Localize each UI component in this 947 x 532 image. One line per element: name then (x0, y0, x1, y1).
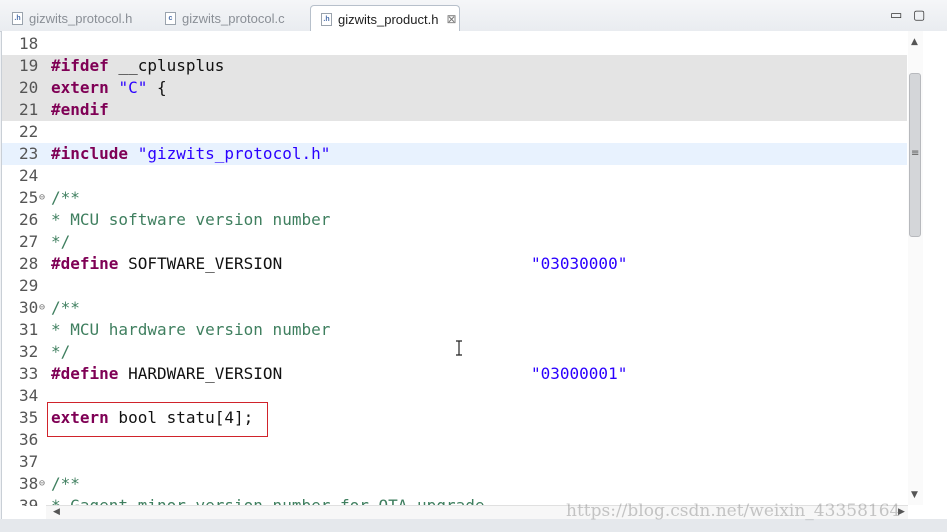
comment: /** (51, 188, 80, 207)
comment: * MCU hardware version number (51, 320, 331, 339)
line-number: 37 (19, 452, 39, 471)
line-number: 18 (19, 34, 39, 53)
code-line: 27 */ (2, 231, 907, 253)
line-number: 20 (19, 78, 39, 97)
fold-collapse-icon[interactable]: ⊖ (39, 187, 45, 209)
code-line: 26 * MCU software version number (2, 209, 907, 231)
keyword: extern (51, 78, 109, 97)
code-line: 24 (2, 165, 907, 187)
code-text: { (147, 78, 167, 97)
comment: */ (51, 342, 71, 361)
overview-ruler-icon: ≡ (911, 148, 920, 159)
code-line: 19 #ifdef __cplusplus (2, 55, 907, 77)
code-line: 29 (2, 275, 907, 297)
string-literal: "gizwits_protocol.h" (137, 144, 331, 163)
string-literal: "C" (118, 78, 148, 97)
text-cursor-icon (456, 340, 462, 356)
comment: /** (51, 474, 80, 493)
string-literal: "03000001" (531, 364, 628, 383)
line-number: 31 (19, 320, 39, 339)
line-number: 39 (19, 496, 39, 506)
line-number: 21 (19, 100, 39, 119)
tab-label: gizwits_protocol.h (29, 11, 133, 26)
tab-gizwits-protocol-c[interactable]: c gizwits_protocol.c (155, 6, 285, 31)
minimize-icon[interactable]: ▭ (890, 8, 902, 23)
line-number: 22 (19, 122, 39, 141)
line-number: 26 (19, 210, 39, 229)
tab-label: gizwits_protocol.c (182, 11, 285, 26)
code-line: 33 #define HARDWARE_VERSION "03000001" (2, 363, 907, 385)
editor-tab-bar: .h gizwits_protocol.h c gizwits_protocol… (0, 0, 947, 32)
tab-gizwits-product-h[interactable]: .h gizwits_product.h ⊠ (310, 5, 460, 32)
code-line: 31 * MCU hardware version number (2, 319, 907, 341)
code-line: 35 extern bool statu[4]; (2, 407, 907, 429)
line-number: 23 (19, 144, 39, 163)
line-number: 19 (19, 56, 39, 75)
scroll-left-icon[interactable]: ◀ (53, 507, 60, 517)
line-number: 36 (19, 430, 39, 449)
h-file-icon: .h (12, 12, 23, 25)
code-line: 37 (2, 451, 907, 473)
code-line: 25 ⊖/** (2, 187, 907, 209)
keyword: #endif (51, 100, 109, 119)
fold-collapse-icon[interactable]: ⊖ (39, 473, 45, 495)
comment: * MCU software version number (51, 210, 331, 229)
keyword: #ifdef (51, 56, 109, 75)
h-file-icon: .h (321, 12, 332, 26)
keyword: #define (51, 254, 119, 273)
line-number: 27 (19, 232, 39, 251)
line-number: 24 (19, 166, 39, 185)
comment: */ (51, 232, 71, 251)
code-text: bool statu[4]; (108, 408, 254, 427)
line-number: 35 (19, 408, 39, 427)
code-line: 30 ⊖/** (2, 297, 907, 319)
code-line: 20 extern "C" { (2, 77, 907, 99)
scroll-down-icon[interactable]: ▼ (911, 490, 918, 500)
code-line: 18 (2, 33, 907, 55)
line-number: 34 (19, 386, 39, 405)
fold-collapse-icon[interactable]: ⊖ (39, 297, 45, 319)
code-line: 34 (2, 385, 907, 407)
tab-label: gizwits_product.h (338, 11, 439, 27)
identifier: HARDWARE_VERSION (118, 364, 283, 383)
identifier: __cplusplus (108, 56, 225, 75)
maximize-icon[interactable]: ▢ (913, 8, 925, 23)
code-line: 21 #endif (2, 99, 907, 121)
keyword: #define (51, 364, 119, 383)
c-file-icon: c (165, 12, 176, 25)
line-number: 32 (19, 342, 39, 361)
code-line: 28 #define SOFTWARE_VERSION "03030000" (2, 253, 907, 275)
keyword: extern (51, 408, 109, 427)
scroll-up-icon[interactable]: ▲ (911, 37, 918, 47)
line-number: 29 (19, 276, 39, 295)
code-line: 36 (2, 429, 907, 451)
line-number: 28 (19, 254, 39, 273)
code-line: 38 ⊖/** (2, 473, 907, 495)
code-editor[interactable]: 18 19 #ifdef __cplusplus 20 extern "C" { 2… (1, 31, 947, 519)
line-number: 33 (19, 364, 39, 383)
tab-gizwits-protocol-h[interactable]: .h gizwits_protocol.h (2, 6, 132, 31)
code-line: 22 (2, 121, 907, 143)
code-line-current: 23 #include "gizwits_protocol.h" (2, 143, 907, 165)
close-icon[interactable]: ⊠ (446, 12, 456, 26)
keyword: #include (51, 144, 129, 163)
watermark-text: https://blog.csdn.net/weixin_43358164 (566, 501, 901, 521)
string-literal: "03030000" (531, 254, 628, 273)
identifier: SOFTWARE_VERSION (118, 254, 283, 273)
comment: /** (51, 298, 80, 317)
